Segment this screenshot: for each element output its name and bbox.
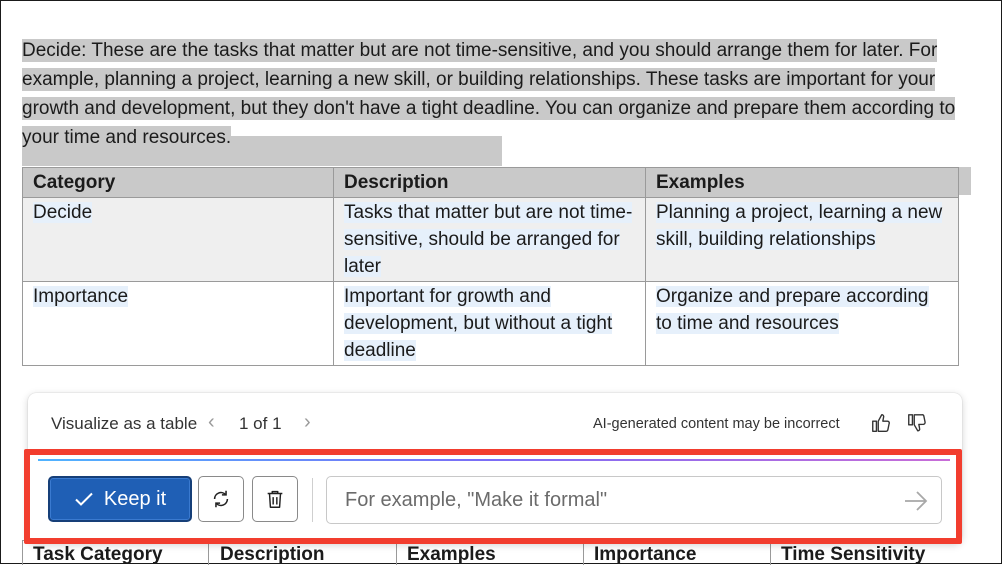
annotation-highlight-box (24, 449, 962, 544)
table-cell[interactable]: Important for growth and development, bu… (333, 281, 646, 366)
table-header-cell: Description (333, 167, 646, 198)
table-header-row: Category Description Examples (22, 167, 959, 198)
table-header-cell: Category (22, 167, 334, 198)
previous-arrow-icon[interactable]: ‹ (208, 411, 215, 434)
table-cell[interactable]: Tasks that matter but are not time-sensi… (333, 197, 646, 282)
table-cell[interactable]: Organize and prepare according to time a… (645, 281, 959, 366)
table-header-cell: Description (220, 544, 325, 565)
table-header-cell: Task Category (33, 544, 163, 565)
action-label: Visualize as a table (51, 414, 198, 433)
next-arrow-icon[interactable]: › (304, 411, 311, 434)
document-table[interactable]: Category Description Examples Decide Tas… (22, 167, 959, 366)
table-header-cell: Time Sensitivity (781, 544, 926, 565)
table-cell[interactable]: Importance (22, 281, 334, 366)
pager-text: 1 of 1 (239, 414, 282, 433)
ai-disclaimer: AI-generated content may be incorrect (593, 416, 840, 432)
table-row: Decide Tasks that matter but are not tim… (22, 197, 959, 282)
table-header-cell: Importance (594, 544, 697, 565)
thumbs-down-icon[interactable] (906, 412, 928, 434)
table-row: Importance Important for growth and deve… (22, 281, 959, 366)
copilot-toolbar: Visualize as a table ‹ 1 of 1 › AI-gener… (28, 393, 962, 455)
paragraph-text: Decide: These are the tasks that matter … (22, 39, 956, 149)
thumbs-up-icon[interactable] (870, 412, 892, 434)
table-cell[interactable]: Decide (22, 197, 334, 282)
table-header-cell: Examples (645, 167, 959, 198)
document-paragraph[interactable]: Decide: These are the tasks that matter … (22, 36, 962, 152)
table-header-cell: Examples (407, 544, 496, 565)
table-cell[interactable]: Planning a project, learning a new skill… (645, 197, 959, 282)
